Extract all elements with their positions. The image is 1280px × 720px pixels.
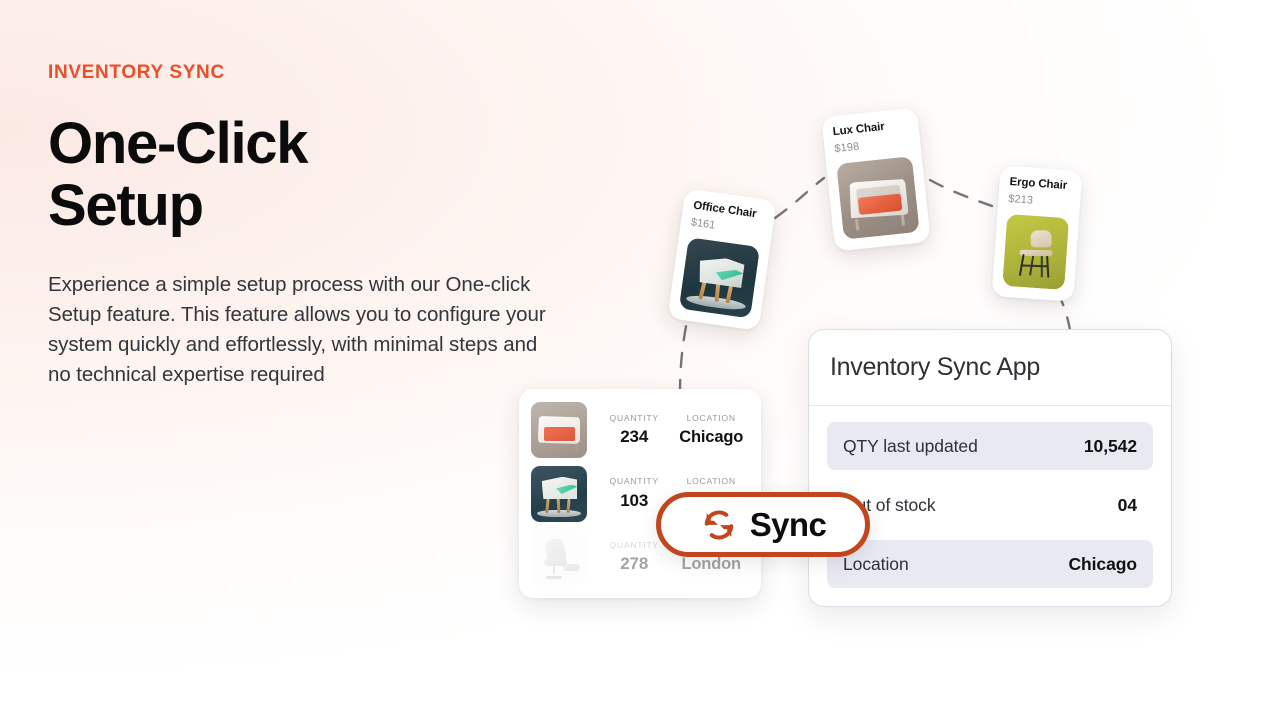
quantity-value: 103 bbox=[620, 490, 649, 510]
quantity-label: QUANTITY bbox=[609, 476, 659, 486]
product-card-office-chair[interactable]: Office Chair $161 bbox=[667, 188, 777, 331]
detail-row-location: Location Chicago bbox=[827, 540, 1153, 588]
headline-line-2: Setup bbox=[48, 173, 204, 239]
connector-lux-to-ergo bbox=[928, 178, 994, 208]
inventory-sync-app-panel: Inventory Sync App QTY last updated 10,5… bbox=[808, 329, 1172, 607]
slide-canvas: INVENTORY SYNC One-Click Setup Experienc… bbox=[0, 0, 1280, 720]
teal-chair-thumbnail bbox=[531, 465, 587, 522]
lux-chair-image bbox=[836, 156, 920, 240]
quantity-cell: QUANTITY 278 bbox=[601, 540, 667, 575]
headline-line-1: One-Click bbox=[48, 110, 309, 176]
eyebrow-label: INVENTORY SYNC bbox=[48, 62, 225, 83]
location-value: Chicago bbox=[679, 427, 744, 446]
ergo-chair-image bbox=[1002, 213, 1070, 291]
app-header: Inventory Sync App bbox=[809, 330, 1171, 406]
quantity-value: 278 bbox=[620, 554, 649, 574]
connector-office-to-lux bbox=[773, 176, 826, 220]
location-label: LOCATION bbox=[686, 476, 736, 487]
office-chair-image bbox=[678, 237, 761, 319]
detail-row-out-of-stock: Out of stock 04 bbox=[827, 481, 1153, 529]
detail-key: QTY last updated bbox=[843, 435, 978, 456]
quantity-value: 234 bbox=[620, 427, 649, 447]
quantity-label: QUANTITY bbox=[609, 412, 659, 423]
product-name: Ergo Chair bbox=[1009, 175, 1068, 192]
detail-value: Chicago bbox=[1068, 553, 1137, 574]
lounge-chair-thumbnail bbox=[531, 529, 587, 585]
hero-copy: INVENTORY SYNC One-Click Setup Experienc… bbox=[48, 62, 568, 391]
inventory-row[interactable]: QUANTITY 234 LOCATION Chicago bbox=[531, 399, 749, 461]
hero-description: Experience a simple setup process with o… bbox=[48, 273, 546, 387]
quantity-cell: QUANTITY 234 bbox=[601, 413, 667, 448]
detail-row-qty-last-updated: QTY last updated 10,542 bbox=[827, 422, 1153, 470]
app-title: Inventory Sync App bbox=[830, 353, 1041, 381]
location-label: LOCATION bbox=[686, 412, 736, 423]
detail-key: Location bbox=[843, 553, 909, 574]
product-card-ergo-chair[interactable]: Ergo Chair $213 bbox=[991, 165, 1083, 302]
location-cell: LOCATION Chicago bbox=[673, 413, 749, 447]
sync-button-label: Sync bbox=[749, 506, 827, 543]
product-card-lux-chair[interactable]: Lux Chair $198 bbox=[821, 107, 931, 252]
detail-value: 04 bbox=[1117, 494, 1137, 515]
quantity-cell: QUANTITY 103 bbox=[601, 476, 667, 511]
product-price: $213 bbox=[1007, 192, 1034, 207]
quantity-label: QUANTITY bbox=[609, 539, 659, 550]
refresh-icon bbox=[704, 510, 734, 539]
sofa-thumbnail bbox=[531, 402, 587, 458]
detail-value: 10,542 bbox=[1083, 435, 1137, 456]
sync-button[interactable]: Sync bbox=[656, 492, 870, 557]
page-title: One-Click Setup bbox=[48, 110, 568, 239]
